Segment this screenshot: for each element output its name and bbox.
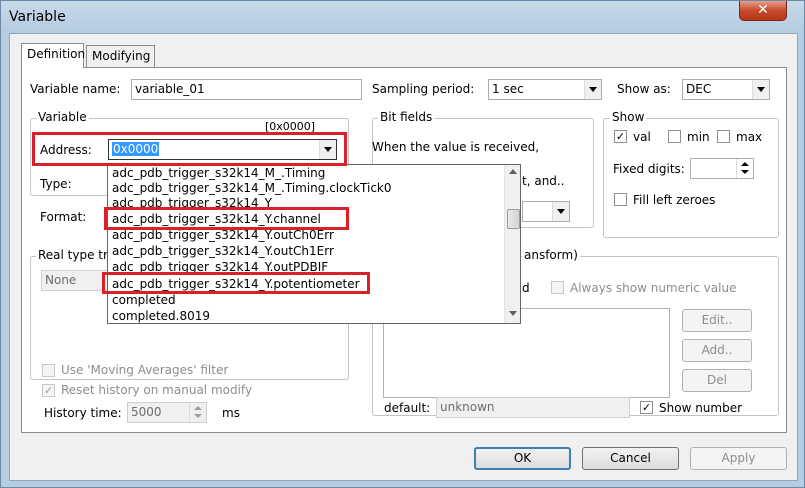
spin-down-icon[interactable]: [194, 414, 202, 418]
del-button[interactable]: Del: [682, 369, 752, 392]
bit-fields-dropdown-button[interactable]: [552, 202, 569, 221]
dropdown-scrollbar[interactable]: [504, 165, 520, 323]
history-unit-label: ms: [222, 406, 240, 420]
potentiometer-item-highlight: [102, 272, 370, 294]
show-number-label: Show number: [659, 401, 743, 415]
always-numeric-checkbox[interactable]: [551, 281, 564, 294]
show-group-title: Show: [610, 110, 647, 124]
min-label: min: [687, 130, 710, 144]
fill-left-zeroes-checkbox[interactable]: [614, 193, 627, 206]
apply-button[interactable]: Apply: [690, 447, 787, 470]
scroll-thumb[interactable]: [507, 209, 520, 229]
transform-group-title: ansform): [522, 248, 580, 262]
val-label: val: [633, 130, 651, 144]
address-highlight: [32, 132, 347, 166]
min-checkbox[interactable]: [668, 130, 681, 143]
default-input[interactable]: unknown: [436, 397, 630, 418]
tab-modifying-label: Modifying: [92, 49, 151, 63]
type-label: Type:: [40, 177, 72, 191]
format-label: Format:: [40, 210, 87, 224]
real-type-title: Real type tr: [36, 248, 110, 262]
max-label: max: [736, 130, 763, 144]
list-item[interactable]: adc_pdb_trigger_s32k14_M_.Timing: [112, 165, 325, 181]
fixed-digits-input[interactable]: [690, 158, 754, 179]
chevron-down-icon: [757, 87, 765, 92]
bit-fields-text: When the value is received,: [372, 140, 540, 154]
history-time-input[interactable]: 5000: [127, 402, 207, 423]
transform-d-label: d: [522, 281, 530, 295]
default-label: default:: [384, 401, 431, 415]
variable-name-input[interactable]: variable_01: [131, 79, 362, 100]
variable-name-label: Variable name:: [30, 82, 121, 96]
list-item[interactable]: adc_pdb_trigger_s32k14_M_.Timing.clockTi…: [112, 180, 392, 196]
fill-left-zeroes-label: Fill left zeroes: [633, 193, 716, 207]
scroll-down-icon[interactable]: [509, 311, 517, 316]
edit-button[interactable]: Edit..: [682, 309, 752, 332]
sampling-period-label: Sampling period:: [372, 82, 475, 96]
tab-modifying[interactable]: Modifying: [86, 45, 155, 67]
sampling-period-select[interactable]: 1 sec: [488, 79, 602, 100]
variable-dialog: Variable ✕ Definition Modifying Variable…: [0, 0, 805, 488]
history-time-label: History time:: [44, 406, 122, 420]
tab-definition[interactable]: Definition: [21, 43, 86, 68]
bit-fields-title: Bit fields: [378, 110, 435, 124]
add-button[interactable]: Add..: [682, 339, 752, 362]
variable-group-title: Variable: [36, 110, 89, 124]
chevron-down-icon: [557, 209, 565, 214]
show-number-checkbox[interactable]: ✓: [640, 401, 653, 414]
spin-up-icon[interactable]: [741, 162, 749, 166]
chevron-down-icon: [589, 87, 597, 92]
spin-up-icon[interactable]: [194, 406, 202, 410]
always-numeric-label: Always show numeric value: [570, 281, 737, 295]
tab-definition-label: Definition: [27, 47, 86, 61]
spin-down-icon[interactable]: [741, 170, 749, 174]
cancel-button[interactable]: Cancel: [582, 447, 679, 470]
bit-fields-select[interactable]: [522, 201, 570, 222]
close-button[interactable]: ✕: [739, 1, 787, 21]
max-checkbox[interactable]: [717, 130, 730, 143]
val-checkbox[interactable]: ✓: [614, 130, 627, 143]
show-as-label: Show as:: [617, 82, 671, 96]
channel-item-highlight: [104, 207, 349, 230]
close-icon: ✕: [757, 2, 769, 18]
list-item[interactable]: adc_pdb_trigger_s32k14_Y.outCh1Err: [112, 243, 334, 259]
moving-averages-label: Use 'Moving Averages' filter: [61, 363, 229, 377]
show-as-dropdown-button[interactable]: [752, 80, 769, 99]
sampling-period-dropdown-button[interactable]: [584, 80, 601, 99]
reset-history-checkbox[interactable]: ✓: [42, 384, 55, 397]
history-time-spinner[interactable]: [189, 403, 206, 422]
reset-history-label: Reset history on manual modify: [61, 383, 253, 397]
moving-averages-checkbox[interactable]: [42, 364, 55, 377]
window-title: Variable: [9, 9, 66, 25]
list-item[interactable]: completed: [112, 292, 176, 308]
fixed-digits-label: Fixed digits:: [613, 162, 685, 176]
history-time-value: 5000: [131, 405, 162, 419]
fixed-digits-spinner[interactable]: [736, 159, 753, 178]
address-dropdown-list[interactable]: adc_pdb_trigger_s32k14_M_.Timing adc_pdb…: [107, 164, 521, 324]
show-as-value: DEC: [686, 82, 712, 96]
list-item[interactable]: completed.8019: [112, 308, 210, 323]
ok-button[interactable]: OK: [474, 447, 571, 470]
show-as-select[interactable]: DEC: [682, 79, 770, 100]
scroll-up-icon[interactable]: [509, 169, 517, 174]
bit-fields-text-tail: t, and..: [522, 174, 565, 188]
sampling-period-value: 1 sec: [492, 82, 524, 96]
